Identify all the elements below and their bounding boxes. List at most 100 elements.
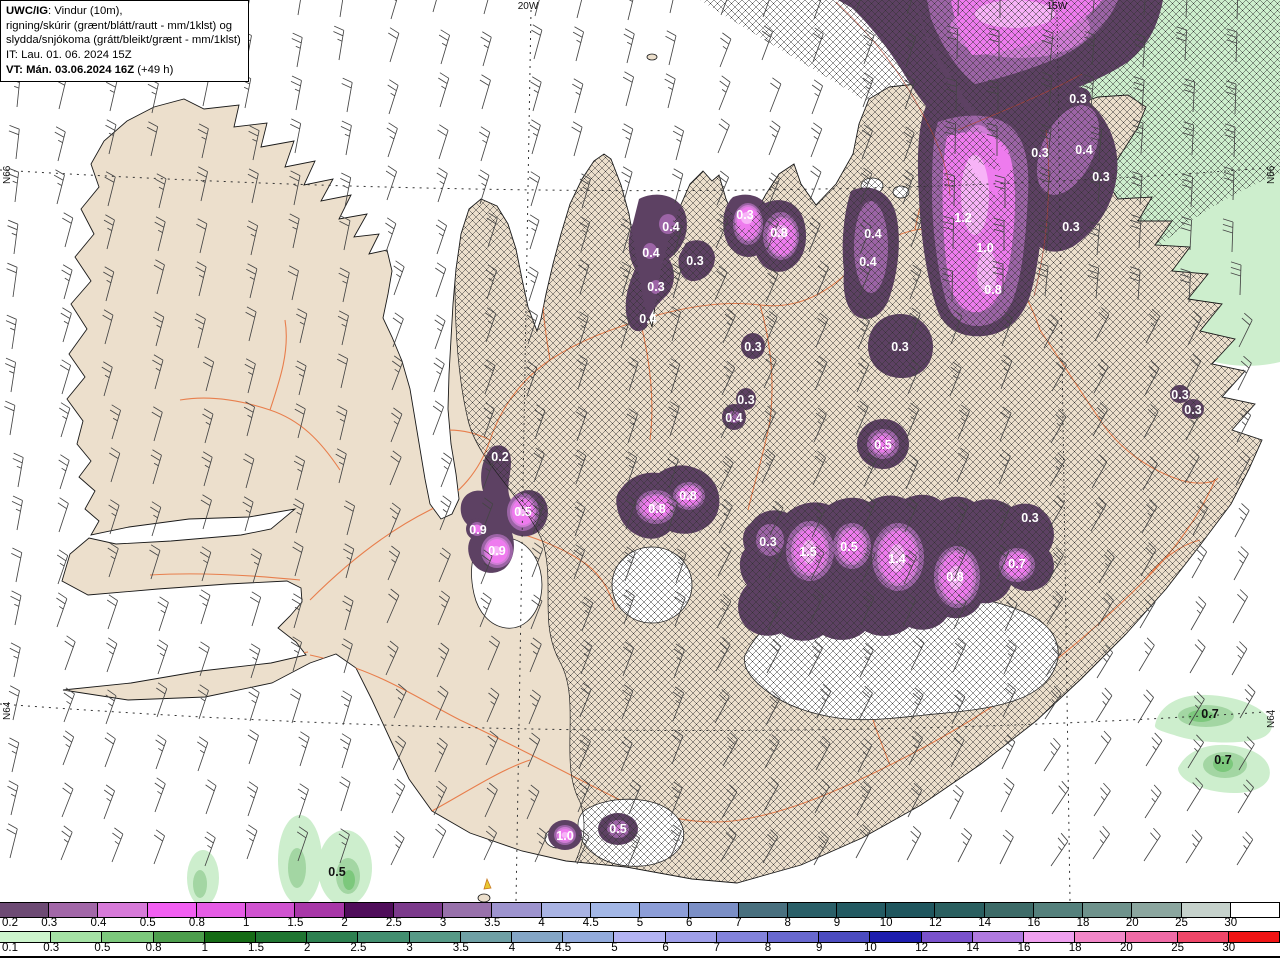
precip-value-label: 0.3 xyxy=(759,535,776,549)
colorbar-tick-label: 3 xyxy=(406,942,413,954)
colorbar-tick-label: 18 xyxy=(1068,942,1082,954)
title-box: UWC/IG: Vindur (10m), rigning/skúrir (gr… xyxy=(0,0,249,83)
colorbar-tick-label: 12 xyxy=(915,942,928,954)
precip-value-label: 0.8 xyxy=(679,489,696,503)
precip-value-label: 0.4 xyxy=(642,246,659,260)
colorbar-tick-label: 4.5 xyxy=(582,917,599,929)
colorbar-cell xyxy=(344,903,394,917)
weather-map-page: 20W 15W N66 N64 N66 N64 1.2 1.0 0.8 0.3 0.3 0… xyxy=(0,0,1280,960)
precip-value-label: 0.7 xyxy=(1008,557,1025,571)
colorbar-cell xyxy=(1033,903,1084,917)
colorbar-cell xyxy=(984,903,1034,917)
colorbar-tick-label: 12 xyxy=(928,917,942,929)
precip-value-label: 0.7 xyxy=(1201,707,1218,721)
colorbar-cell xyxy=(768,932,820,942)
parallel-label-n66-right: N66 xyxy=(1266,165,1277,184)
colorbar-cell xyxy=(358,932,410,942)
colorbar-tick-label: 10 xyxy=(879,917,893,929)
colorbar-tick-label: 20 xyxy=(1125,917,1139,929)
colorbar-tick-label: 4 xyxy=(508,942,516,954)
colorbar-cell xyxy=(492,903,542,917)
precip-value-label: 0.4 xyxy=(1075,143,1092,157)
colorbar-cell xyxy=(295,903,345,917)
precip-value-label: 0.5 xyxy=(328,865,345,879)
colorbar-tick-label: 7 xyxy=(735,917,742,929)
title-line-1: UWC/IG: Vindur (10m), xyxy=(6,5,123,17)
colorbar-cell xyxy=(102,932,154,942)
colorbar-tick-label: 0.1 xyxy=(2,942,18,954)
colorbar-sleet-snow-labels: 0.2 0.3 0.4 0.5 0.8 1 1.5 2 2.5 3 3.5 4 4.5 5 6 7 8 9 10 12… xyxy=(0,917,1280,931)
colorbar-tick-label: 8 xyxy=(764,942,772,954)
colorbar-tick-label: 2.5 xyxy=(385,917,402,929)
precip-value-label: 0.8 xyxy=(770,226,787,240)
precip-value-label: 0.9 xyxy=(488,544,505,558)
colorbar-tick-label: 0.4 xyxy=(90,917,107,929)
precip-value-label: 1.0 xyxy=(976,241,993,255)
colorbar-cell xyxy=(460,932,513,942)
colorbar-tick-label: 30 xyxy=(1222,942,1236,954)
colorbar-cell xyxy=(307,932,359,942)
title-line-3: slydda/snjókoma (grátt/bleikt/grænt - mm… xyxy=(6,34,241,47)
colorbar-tick-label: 16 xyxy=(1027,917,1041,929)
precip-value-label: 0.3 xyxy=(1092,170,1109,184)
colorbar-cell xyxy=(1228,932,1280,942)
colorbar-cell xyxy=(1132,903,1182,917)
colorbar-rain xyxy=(0,931,1280,943)
colorbar-cell xyxy=(1126,932,1178,942)
colorbar-cell xyxy=(614,932,666,942)
precip-value-label: 0.3 xyxy=(1062,220,1079,234)
colorbar-tick-label: 0.5 xyxy=(94,942,111,954)
colorbar-cell xyxy=(196,903,247,917)
precip-value-label: 0.3 xyxy=(744,340,761,354)
colorbar-tick-label: 9 xyxy=(833,917,841,929)
colorbar-cell xyxy=(716,932,769,942)
colorbar-cell xyxy=(819,932,871,942)
title-line-4: IT: Lau. 01. 06. 2024 15Z xyxy=(6,49,132,62)
meridian-label-15w: 15W xyxy=(1047,1,1068,12)
colorbar-tick-label: 5 xyxy=(611,942,618,954)
colorbar-cell xyxy=(541,903,591,917)
colorbar-tick-label: 5 xyxy=(636,917,644,929)
colorbar-tick-label: 6 xyxy=(662,942,669,954)
colorbar-cell xyxy=(972,932,1025,942)
colorbar-cell xyxy=(689,903,739,917)
colorbar-cell xyxy=(563,932,615,942)
colorbar-cell xyxy=(1177,932,1229,942)
colorbar-tick-label: 1 xyxy=(201,942,208,954)
colorbar-cell xyxy=(153,932,205,942)
precip-value-label: 0.3 xyxy=(1184,403,1201,417)
colorbar-tick-label: 0.3 xyxy=(43,942,60,954)
colorbar-cell xyxy=(1181,903,1231,917)
precip-value-label: 0.4 xyxy=(639,312,656,326)
colorbar-tick-label: 8 xyxy=(784,917,791,929)
precip-value-label: 0.8 xyxy=(984,283,1001,297)
colorbar-tick-label: 20 xyxy=(1119,942,1133,954)
parallel-label-n64-right: N64 xyxy=(1266,709,1277,728)
weather-map: 20W 15W N66 N64 N66 N64 1.21.00.80.30.3 0… xyxy=(0,0,1280,902)
colorbar-cell xyxy=(98,903,148,917)
precip-value-label: 0.3 xyxy=(1069,92,1086,106)
precip-value-label: 1.2 xyxy=(954,211,971,225)
colorbar-tick-label: 1.5 xyxy=(248,942,264,954)
colorbar-cell xyxy=(409,932,461,942)
meridian-label-20w: 20W xyxy=(518,1,539,12)
colorbar-tick-label: 14 xyxy=(966,942,980,954)
precip-value-label: 0.5 xyxy=(874,438,891,452)
precip-value-label: 0.3 xyxy=(891,340,908,354)
colorbar-cell xyxy=(590,903,641,917)
colorbar-tick-label: 3 xyxy=(439,917,447,929)
colorbar-cell xyxy=(665,932,717,942)
colorbar-tick-label: 0.3 xyxy=(41,917,58,929)
precip-value-label: 0.3 xyxy=(737,393,754,407)
precip-value-label: 0.3 xyxy=(1031,146,1048,160)
colorbar-tick-label: 2.5 xyxy=(350,942,367,954)
colorbar-cell xyxy=(49,903,99,917)
precip-value-label: 0.8 xyxy=(946,570,963,584)
colorbar-cell xyxy=(787,903,837,917)
colorbar-cell xyxy=(870,932,922,942)
colorbar-cell xyxy=(0,903,50,917)
colorbar-cell xyxy=(640,903,690,917)
colorbar-tick-label: 0.2 xyxy=(2,917,18,929)
parallel-label-n66-left: N66 xyxy=(2,165,13,184)
colorbar-tick-label: 3.5 xyxy=(452,942,469,954)
